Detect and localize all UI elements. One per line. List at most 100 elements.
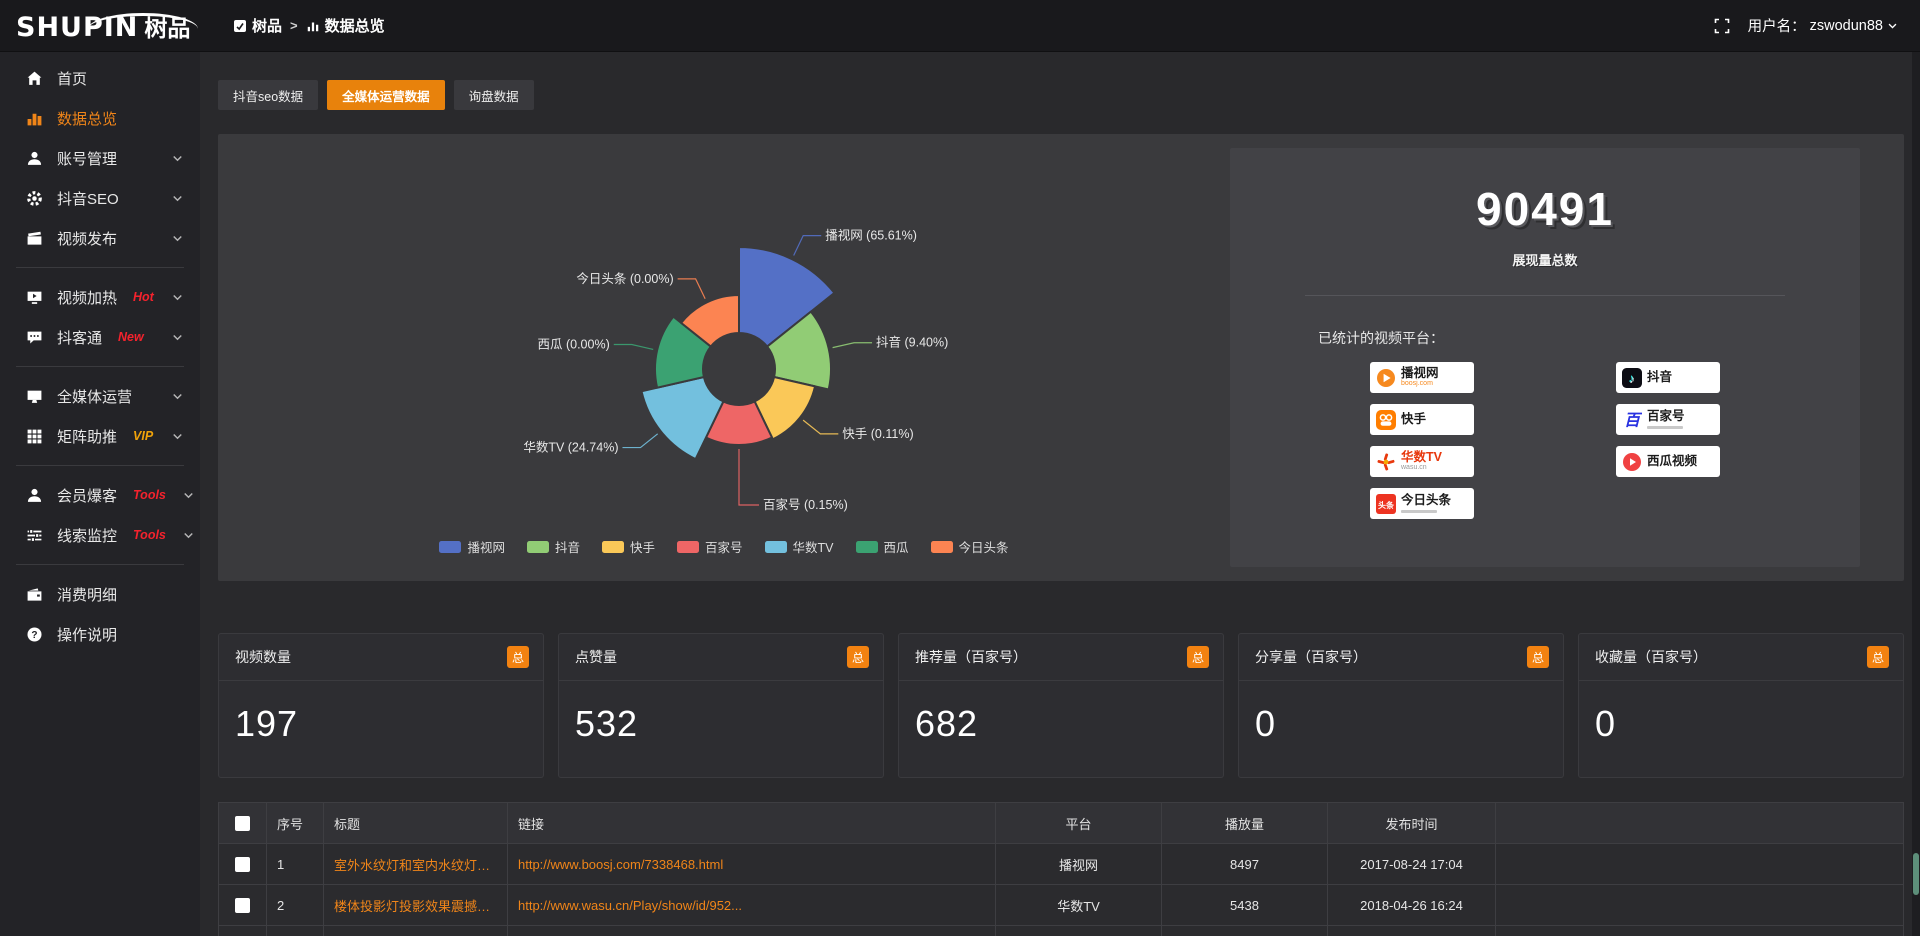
legend-item-6[interactable]: 西瓜 <box>856 537 909 556</box>
col-header-num: 序号 <box>267 803 324 844</box>
monitor-icon <box>26 388 43 405</box>
video-title-link[interactable]: 楼体投影灯投影效果震撼上市 <box>334 896 497 915</box>
stat-card-value: 682 <box>899 681 1223 745</box>
video-url-link[interactable]: http://www.wasu.cn/Play/show/id/952... <box>518 898 985 913</box>
user-menu[interactable]: 用户名： zswodun88 <box>1748 15 1898 36</box>
legend-item-4[interactable]: 百家号 <box>677 537 743 556</box>
sidebar-item-badge: VIP <box>133 429 153 443</box>
row-checkbox[interactable] <box>235 857 250 872</box>
row-select-cell <box>219 885 267 926</box>
top-header: SHUPIN 树品 树品 > 数据总览 用户名： zswodun88 <box>0 0 1920 52</box>
sidebar-item-home[interactable]: 首页 <box>0 58 200 98</box>
tab-1[interactable]: 抖音seo数据 <box>218 80 318 110</box>
sidebar-item-douketong[interactable]: 抖客通New <box>0 317 200 357</box>
sidebar-item-clue[interactable]: 线索监控Tools <box>0 515 200 555</box>
sidebar-item-label: 视频加热 <box>57 287 117 308</box>
sidebar-item-badge: New <box>118 330 144 344</box>
breadcrumb-home[interactable]: 树品 <box>233 15 282 36</box>
platform-name: 今日头条 <box>1401 494 1451 507</box>
sidebar-item-label: 数据总览 <box>57 108 117 129</box>
sidebar-item-heat[interactable]: 视频加热Hot <box>0 277 200 317</box>
sidebar-item-douyin-seo[interactable]: 抖音SEO <box>0 178 200 218</box>
stat-card-title: 收藏量（百家号） <box>1595 647 1707 667</box>
col-header-title: 标题 <box>324 803 508 844</box>
video-url-link[interactable]: http://www.boosj.com/7338468.html <box>518 857 985 872</box>
row-select-cell <box>219 844 267 885</box>
header-right: 用户名： zswodun88 <box>1714 15 1920 36</box>
user-icon <box>26 150 43 167</box>
legend-item-7[interactable]: 今日头条 <box>931 537 1009 556</box>
legend-item-5[interactable]: 华数TV <box>765 537 834 556</box>
legend-label: 西瓜 <box>884 537 909 556</box>
wallet-icon <box>26 586 43 603</box>
chevron-down-icon <box>169 331 186 343</box>
row-checkbox[interactable] <box>235 898 250 913</box>
legend-item-2[interactable]: 抖音 <box>527 537 580 556</box>
platform-badge-2: ♪♪抖音 <box>1616 362 1720 393</box>
stat-card-2: 点赞量总532 <box>558 633 884 778</box>
username-label: 用户名： <box>1748 15 1806 36</box>
platform-tagline <box>1647 426 1683 429</box>
tabs-row: 抖音seo数据全媒体运营数据询盘数据 <box>218 80 1904 110</box>
tab-3[interactable]: 询盘数据 <box>454 80 534 110</box>
sidebar-item-data[interactable]: 数据总览 <box>0 98 200 138</box>
col-header-extra <box>1496 803 1904 844</box>
sidebar-item-label: 抖音SEO <box>57 188 119 209</box>
pie-label: 今日头条 (0.00%) <box>576 271 673 286</box>
home-icon <box>26 70 43 87</box>
pie-slice-5[interactable] <box>642 377 724 459</box>
sidebar-divider <box>16 465 184 466</box>
cell-title: 室外水纹灯和室内水纹灯的区别和简介 <box>324 844 508 885</box>
pie-label: 播视网 (65.61%) <box>825 228 917 243</box>
legend-swatch <box>677 541 699 553</box>
summary-panel: 90491 展现量总数 已统计的视频平台： 播视网boosj.com♪♪抖音快手… <box>1230 148 1860 567</box>
select-all-checkbox[interactable] <box>235 816 250 831</box>
pie-label-line <box>678 279 706 299</box>
legend-item-3[interactable]: 快手 <box>602 537 655 556</box>
sidebar-item-omni-media[interactable]: 全媒体运营 <box>0 376 200 416</box>
cell-platform: 华数TV <box>996 885 1162 926</box>
platform-name: 快手 <box>1401 413 1426 426</box>
sidebar-item-consume[interactable]: 消费明细 <box>0 574 200 614</box>
tab-2[interactable]: 全媒体运营数据 <box>327 80 445 110</box>
col-header-link: 链接 <box>508 803 996 844</box>
scrollbar-thumb[interactable] <box>1913 853 1919 895</box>
username-value: zswodun88 <box>1810 18 1883 34</box>
cell-time: 2017-08-24 17:04 <box>1328 844 1496 885</box>
chevron-down-icon <box>169 232 186 244</box>
stat-card-4: 分享量（百家号） 总 0 <box>1238 633 1564 778</box>
legend-item-1[interactable]: 播视网 <box>439 537 505 556</box>
video-title-link[interactable]: 室外水纹灯和室内水纹灯的区别和简介 <box>334 855 497 874</box>
stat-card-5: 收藏量（百家号）总0 <box>1578 633 1904 778</box>
svg-text:♪: ♪ <box>1628 371 1634 385</box>
sidebar-item-member[interactable]: 会员爆客Tools <box>0 475 200 515</box>
chevron-down-icon <box>169 390 186 402</box>
sidebar-item-label: 消费明细 <box>57 584 117 605</box>
sidebar-item-account[interactable]: 账号管理 <box>0 138 200 178</box>
stat-card-3: 推荐量（百家号）总682 <box>898 633 1224 778</box>
platform-badge-grid: 播视网boosj.com♪♪抖音快手百百家号华数TVwasu.cn西瓜视频头条今… <box>1230 362 1860 519</box>
table-row: 2楼体投影灯投影效果震撼上市http://www.wasu.cn/Play/sh… <box>219 885 1904 926</box>
breadcrumb-separator: > <box>290 18 298 33</box>
fullscreen-icon[interactable] <box>1714 18 1730 34</box>
total-badge: 总 <box>1527 646 1549 668</box>
legend-label: 播视网 <box>467 537 505 556</box>
sidebar-item-matrix[interactable]: 矩阵助推VIP <box>0 416 200 456</box>
platform-logo-icon <box>1376 452 1396 472</box>
sidebar-item-manual[interactable]: ?操作说明 <box>0 614 200 654</box>
chevron-down-icon <box>169 291 186 303</box>
total-impressions-label: 展现量总数 <box>1230 250 1860 269</box>
stat-card-value: 0 <box>1239 681 1563 745</box>
stat-card-title: 分享量（百家号） <box>1255 647 1367 667</box>
platform-sub: wasu.cn <box>1401 464 1442 472</box>
sidebar-item-label: 操作说明 <box>57 624 117 645</box>
summary-divider <box>1305 295 1785 296</box>
chevron-down-icon <box>169 192 186 204</box>
sidebar: 首页数据总览账号管理抖音SEO 视频发布视频加热Hot抖客通New 全媒体运营矩阵助… <box>0 52 200 936</box>
sidebar-item-label: 全媒体运营 <box>57 386 132 407</box>
breadcrumb-current[interactable]: 数据总览 <box>306 15 385 36</box>
select-all-header <box>219 803 267 844</box>
sidebar-divider <box>16 366 184 367</box>
pie-label: 西瓜 (0.00%) <box>538 338 610 352</box>
sidebar-item-publish[interactable]: 视频发布 <box>0 218 200 258</box>
